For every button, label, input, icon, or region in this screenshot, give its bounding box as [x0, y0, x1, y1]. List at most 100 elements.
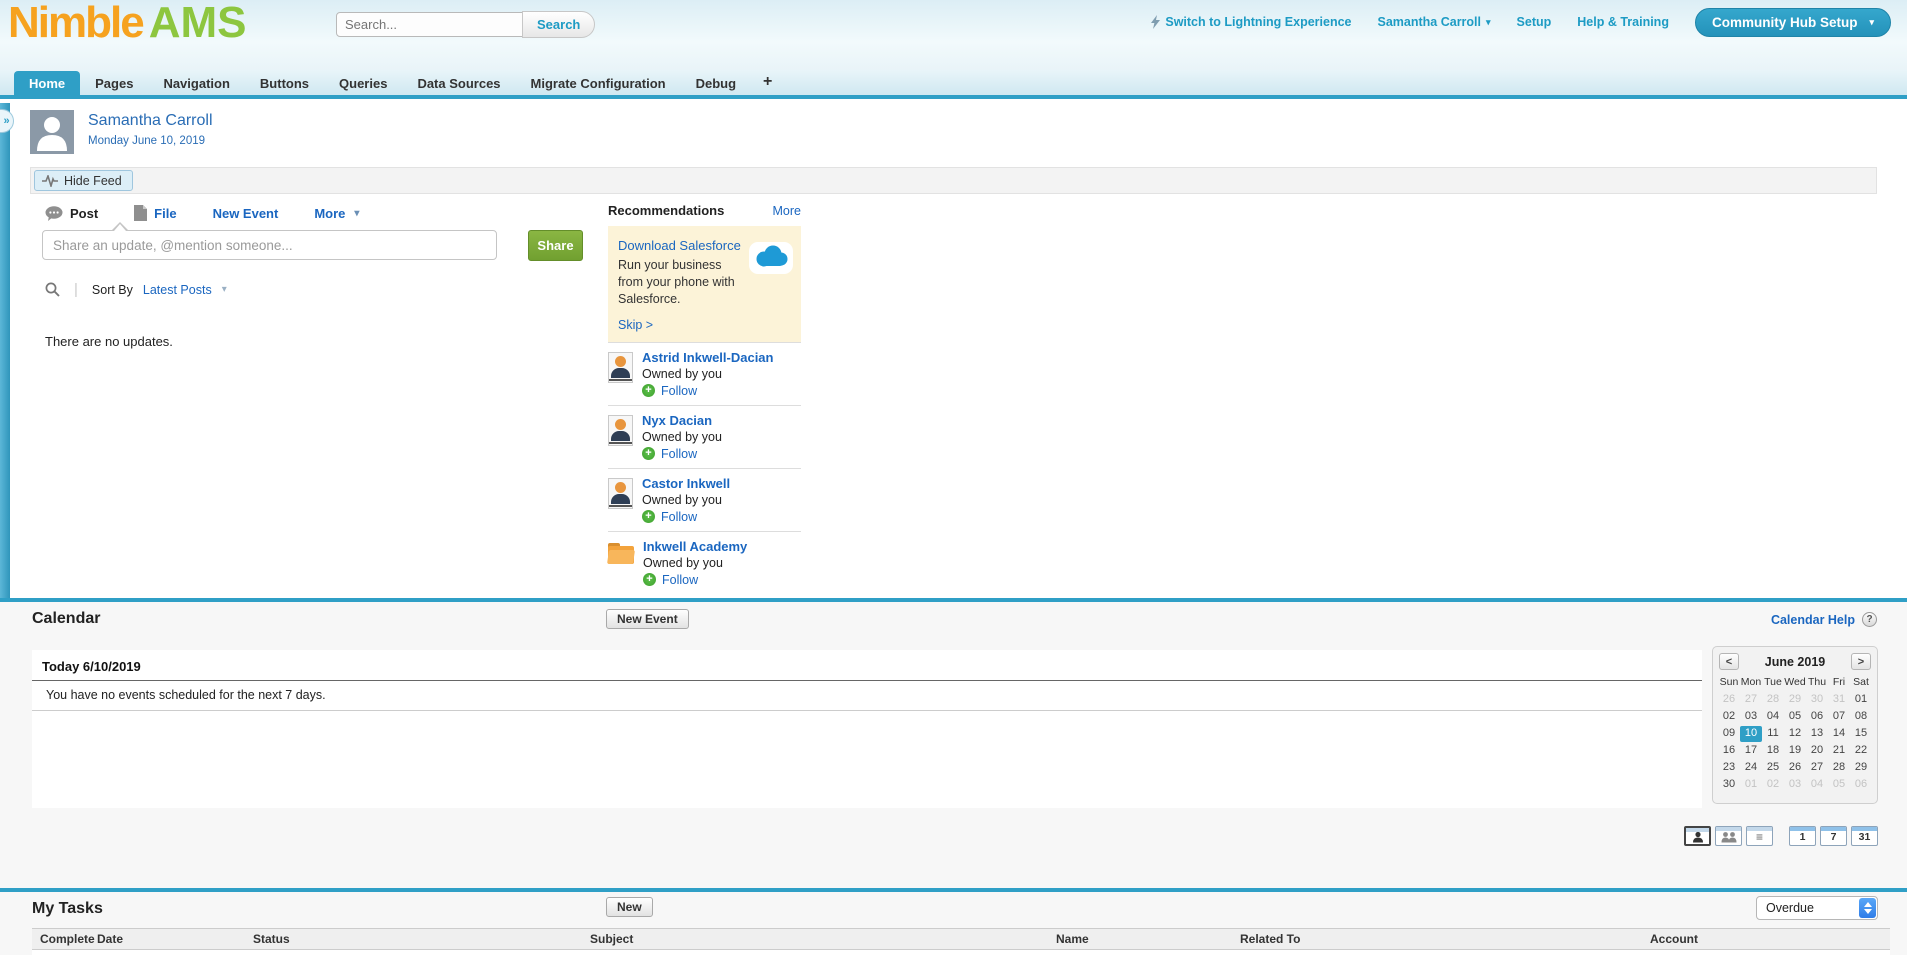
recommendation-name-link[interactable]: Castor Inkwell — [642, 476, 730, 491]
view-button-7[interactable]: 7 — [1820, 826, 1847, 846]
calendar-day[interactable]: 05 — [1828, 777, 1850, 793]
calendar-day[interactable]: 22 — [1850, 743, 1872, 759]
more-actions-menu[interactable]: More ▾ — [314, 206, 359, 221]
calendar-day[interactable]: 27 — [1806, 760, 1828, 776]
tab-navigation[interactable]: Navigation — [148, 71, 244, 95]
header-links: Switch to Lightning Experience Samantha … — [1151, 8, 1891, 36]
calendar-day[interactable]: 20 — [1806, 743, 1828, 759]
calendar-day[interactable]: 07 — [1828, 709, 1850, 725]
user-menu[interactable]: Samantha Carroll ▾ — [1378, 15, 1491, 29]
sort-by-value[interactable]: Latest Posts — [143, 283, 212, 297]
plus-follow-icon: + — [642, 510, 655, 523]
calendar-day[interactable]: 17 — [1740, 743, 1762, 759]
skip-link[interactable]: Skip > — [618, 318, 791, 332]
calendar-day-selected[interactable]: 10 — [1740, 726, 1762, 742]
calendar-day[interactable]: 12 — [1784, 726, 1806, 742]
calendar-day[interactable]: 29 — [1784, 692, 1806, 708]
calendar-day[interactable]: 26 — [1718, 692, 1740, 708]
tab-pages[interactable]: Pages — [80, 71, 148, 95]
hide-feed-button[interactable]: Hide Feed — [34, 170, 133, 191]
community-hub-setup-button[interactable]: Community Hub Setup ▾ — [1695, 8, 1891, 37]
share-button[interactable]: Share — [528, 230, 583, 261]
calendar-day[interactable]: 03 — [1740, 709, 1762, 725]
calendar-day[interactable]: 28 — [1762, 692, 1784, 708]
day-of-week-header: Wed — [1784, 675, 1806, 691]
previous-month-button[interactable]: < — [1719, 653, 1739, 670]
calendar-day[interactable]: 13 — [1806, 726, 1828, 742]
calendar-help-link[interactable]: Calendar Help — [1771, 613, 1855, 627]
calendar-day[interactable]: 02 — [1718, 709, 1740, 725]
search-button[interactable]: Search — [522, 11, 595, 38]
chevron-down-icon[interactable]: ▾ — [222, 284, 227, 295]
new-event-button[interactable]: New Event — [606, 609, 689, 629]
tab-debug[interactable]: Debug — [681, 71, 751, 95]
sidebar-expand-handle[interactable]: » — [0, 109, 14, 133]
setup-link[interactable]: Setup — [1517, 15, 1552, 29]
next-month-button[interactable]: > — [1851, 653, 1871, 670]
tab-data-sources[interactable]: Data Sources — [402, 71, 515, 95]
calendar-day[interactable]: 18 — [1762, 743, 1784, 759]
calendar-day[interactable]: 06 — [1850, 777, 1872, 793]
single-person-view-button[interactable] — [1684, 826, 1711, 846]
global-search: Search — [336, 11, 595, 38]
calendar-day[interactable]: 19 — [1784, 743, 1806, 759]
calendar-day[interactable]: 30 — [1806, 692, 1828, 708]
share-update-input[interactable] — [42, 230, 497, 260]
calendar-day[interactable]: 31 — [1828, 692, 1850, 708]
list-view-button[interactable]: ≡ — [1746, 826, 1773, 846]
calendar-day[interactable]: 14 — [1828, 726, 1850, 742]
calendar-day[interactable]: 08 — [1850, 709, 1872, 725]
calendar-day[interactable]: 04 — [1806, 777, 1828, 793]
file-action[interactable]: File — [134, 205, 176, 221]
calendar-day[interactable]: 29 — [1850, 760, 1872, 776]
calendar-day[interactable]: 25 — [1762, 760, 1784, 776]
search-input[interactable] — [336, 12, 524, 37]
tab-buttons[interactable]: Buttons — [245, 71, 324, 95]
calendar-day[interactable]: 26 — [1784, 760, 1806, 776]
tab-home[interactable]: Home — [14, 71, 80, 95]
calendar-day[interactable]: 06 — [1806, 709, 1828, 725]
post-action[interactable]: Post — [45, 206, 98, 221]
switch-to-lightning-link[interactable]: Switch to Lightning Experience — [1151, 15, 1351, 29]
calendar-day[interactable]: 30 — [1718, 777, 1740, 793]
person-icon — [1692, 831, 1704, 842]
calendar-day[interactable]: 21 — [1828, 743, 1850, 759]
calendar-day[interactable]: 03 — [1784, 777, 1806, 793]
day-of-week-header: Fri — [1828, 675, 1850, 691]
calendar-day[interactable]: 27 — [1740, 692, 1762, 708]
new-event-action[interactable]: New Event — [213, 206, 279, 221]
new-task-button[interactable]: New — [606, 897, 653, 917]
calendar-day[interactable]: 09 — [1718, 726, 1740, 742]
follow-link[interactable]: +Follow — [643, 573, 747, 587]
calendar-day[interactable]: 28 — [1828, 760, 1850, 776]
calendar-day[interactable]: 01 — [1740, 777, 1762, 793]
follow-link[interactable]: +Follow — [642, 510, 730, 524]
tab-queries[interactable]: Queries — [324, 71, 402, 95]
task-filter-select[interactable]: Overdue — [1756, 896, 1878, 920]
view-button-1[interactable]: 1 — [1789, 826, 1816, 846]
calendar-day[interactable]: 02 — [1762, 777, 1784, 793]
calendar-day[interactable]: 11 — [1762, 726, 1784, 742]
follow-link[interactable]: +Follow — [642, 447, 722, 461]
help-training-link[interactable]: Help & Training — [1577, 15, 1669, 29]
calendar-day[interactable]: 04 — [1762, 709, 1784, 725]
calendar-day[interactable]: 05 — [1784, 709, 1806, 725]
recommendation-name-link[interactable]: Inkwell Academy — [643, 539, 747, 554]
multi-user-view-button[interactable] — [1715, 826, 1742, 846]
calendar-day[interactable]: 01 — [1850, 692, 1872, 708]
follow-link[interactable]: +Follow — [642, 384, 773, 398]
recommendation-name-link[interactable]: Nyx Dacian — [642, 413, 722, 428]
calendar-day[interactable]: 24 — [1740, 760, 1762, 776]
profile-name-link[interactable]: Samantha Carroll — [88, 112, 213, 130]
tab-migrate-configuration[interactable]: Migrate Configuration — [516, 71, 681, 95]
recommendations-more-link[interactable]: More — [773, 204, 801, 218]
tab-add-plus[interactable]: + — [751, 68, 784, 95]
contact-avatar-icon — [608, 352, 633, 383]
calendar-day[interactable]: 23 — [1718, 760, 1740, 776]
question-icon[interactable]: ? — [1862, 612, 1877, 627]
magnifier-icon[interactable] — [45, 282, 60, 297]
calendar-day[interactable]: 15 — [1850, 726, 1872, 742]
calendar-day[interactable]: 16 — [1718, 743, 1740, 759]
view-button-31[interactable]: 31 — [1851, 826, 1878, 846]
recommendation-name-link[interactable]: Astrid Inkwell-Dacian — [642, 350, 773, 365]
